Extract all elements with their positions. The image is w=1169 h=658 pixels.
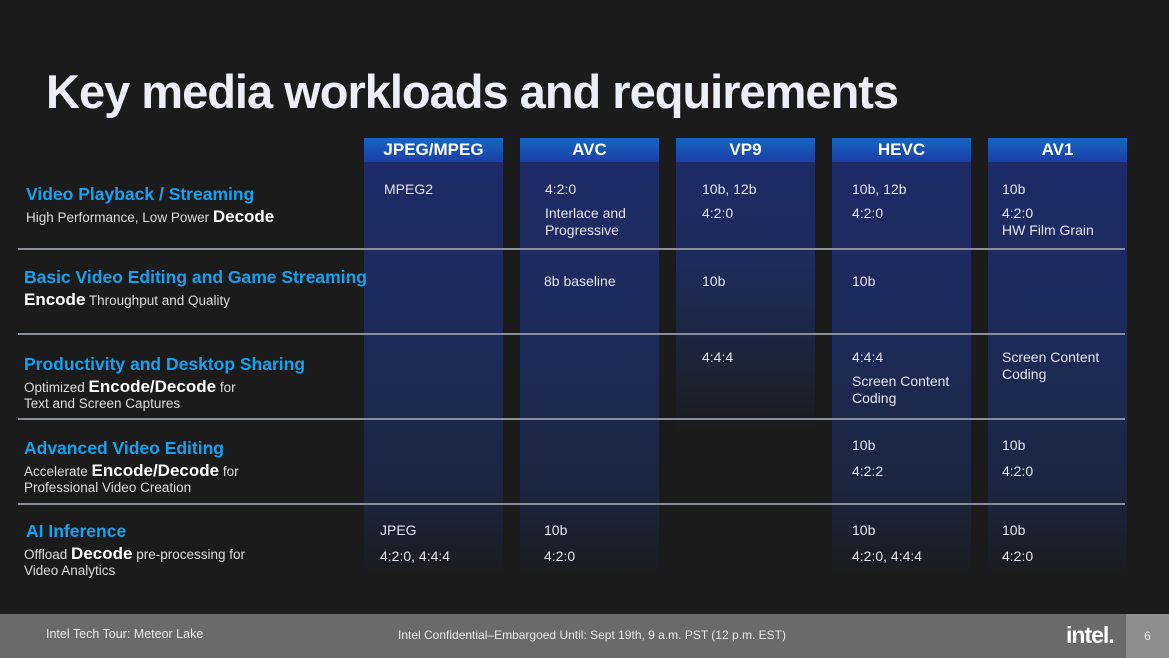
cell-value: 4:2:0, 4:4:4	[852, 548, 923, 564]
row-label-video-playback: Video Playback / Streaming High Performa…	[26, 184, 274, 226]
cell-value: 8b baseline	[544, 273, 616, 289]
cell-avc-row-2: 8b baseline	[544, 273, 652, 297]
cell-value: 10b, 12b	[702, 181, 757, 197]
row-label-ai-inference: AI Inference Offload Decode pre-processi…	[24, 521, 246, 579]
cell-av1-row-4: 10b 4:2:0	[1002, 437, 1120, 489]
cell-value: 4:2:0	[1002, 548, 1034, 564]
row-title: Video Playback / Streaming	[26, 184, 255, 204]
cell-value: Screen Content Coding	[852, 373, 950, 406]
footer-event: Intel Tech Tour: Meteor Lake	[46, 627, 204, 641]
cell-value: 10b	[1002, 437, 1026, 453]
row-divider	[18, 418, 1125, 420]
cell-value: 4:2:0	[545, 181, 577, 197]
row-divider	[18, 333, 1125, 335]
cell-value: 4:2:0	[1002, 205, 1034, 221]
cell-hevc-row-3: 4:4:4 Screen Content Coding	[852, 349, 972, 414]
cell-av1-row-3: Screen Content Coding	[1002, 349, 1120, 390]
cell-vp9-row-1: 10b, 12b 4:2:0	[702, 181, 810, 229]
cell-value: 10b	[852, 273, 876, 289]
cell-vp9-row-2: 10b	[702, 273, 810, 297]
cell-value: 10b	[852, 437, 876, 453]
cell-value: 10b, 12b	[852, 181, 907, 197]
row-title: AI Inference	[26, 521, 127, 541]
cell-value: 10b	[544, 522, 568, 538]
cell-value: 4:2:0	[852, 205, 884, 221]
column-header: JPEG/MPEG	[364, 138, 503, 162]
cell-av1-row-5: 10b 4:2:0	[1002, 522, 1120, 574]
row-description: Optimized Encode/Decode for Text and Scre…	[24, 377, 236, 411]
cell-value: 10b	[1002, 522, 1026, 538]
row-title: Advanced Video Editing	[24, 438, 224, 458]
cell-value: 4:2:0	[1002, 463, 1034, 479]
intel-logo: intel.	[1066, 622, 1115, 648]
row-label-productivity: Productivity and Desktop Sharing Optimiz…	[24, 354, 305, 412]
column-header: AV1	[988, 138, 1127, 162]
cell-hevc-row-5: 10b 4:2:0, 4:4:4	[852, 522, 972, 574]
row-description: Accelerate Encode/Decode for Professional…	[24, 461, 239, 495]
column-header: HEVC	[832, 138, 971, 162]
cell-avc-row-5: 10b 4:2:0	[544, 522, 652, 574]
cell-value: 4:2:0	[544, 548, 576, 564]
cell-value: 4:4:4	[852, 349, 884, 365]
cell-value: 4:2:0	[702, 205, 734, 221]
cell-avc-row-1: 4:2:0 Interlace and Progressive	[545, 181, 653, 246]
row-divider	[18, 248, 1125, 250]
cell-hevc-row-1: 10b, 12b 4:2:0	[852, 181, 972, 229]
cell-value: Interlace and Progressive	[545, 205, 626, 238]
row-label-advanced-editing: Advanced Video Editing Accelerate Encode…	[24, 438, 239, 496]
page-number: 6	[1126, 614, 1169, 658]
footer-confidential: Intel Confidential–Embargoed Until: Sept…	[398, 628, 786, 642]
row-title: Productivity and Desktop Sharing	[24, 354, 306, 374]
cell-value: Screen Content Coding	[1002, 349, 1100, 382]
cell-hevc-row-4: 10b 4:2:2	[852, 437, 972, 489]
cell-value: 4:2:0, 4:4:4	[380, 548, 451, 564]
cell-value: 10b	[1002, 181, 1026, 197]
cell-value: HW Film Grain	[1002, 222, 1094, 238]
cell-value: 10b	[852, 522, 876, 538]
row-divider	[18, 503, 1125, 505]
cell-value: 4:2:2	[852, 463, 884, 479]
row-title: Basic Video Editing and Game Streaming	[24, 267, 367, 287]
footer-bar: Intel Tech Tour: Meteor Lake Intel Confi…	[0, 614, 1169, 658]
cell-value: 10b	[702, 273, 726, 289]
cell-hevc-row-2: 10b	[852, 273, 972, 297]
row-label-basic-editing: Basic Video Editing and Game Streaming E…	[24, 267, 367, 309]
slide-title: Key media workloads and requirements	[46, 65, 899, 118]
cell-jpeg-mpeg-row-5: JPEG 4:2:0, 4:4:4	[380, 522, 498, 574]
cell-jpeg-mpeg-row-1: MPEG2	[384, 181, 502, 205]
column-header: AVC	[520, 138, 659, 162]
cell-av1-row-1: 10b 4:2:0 HW Film Grain	[1002, 181, 1120, 246]
row-description: Offload Decode pre-processing for Video A…	[24, 544, 246, 578]
cell-value: 4:4:4	[702, 349, 734, 365]
column-header: VP9	[676, 138, 815, 162]
cell-value: JPEG	[380, 522, 417, 538]
cell-vp9-row-3: 4:4:4	[702, 349, 810, 373]
cell-value: MPEG2	[384, 181, 434, 197]
row-description: Encode Throughput and Quality	[24, 290, 231, 309]
row-description: High Performance, Low Power Decode	[26, 207, 275, 226]
